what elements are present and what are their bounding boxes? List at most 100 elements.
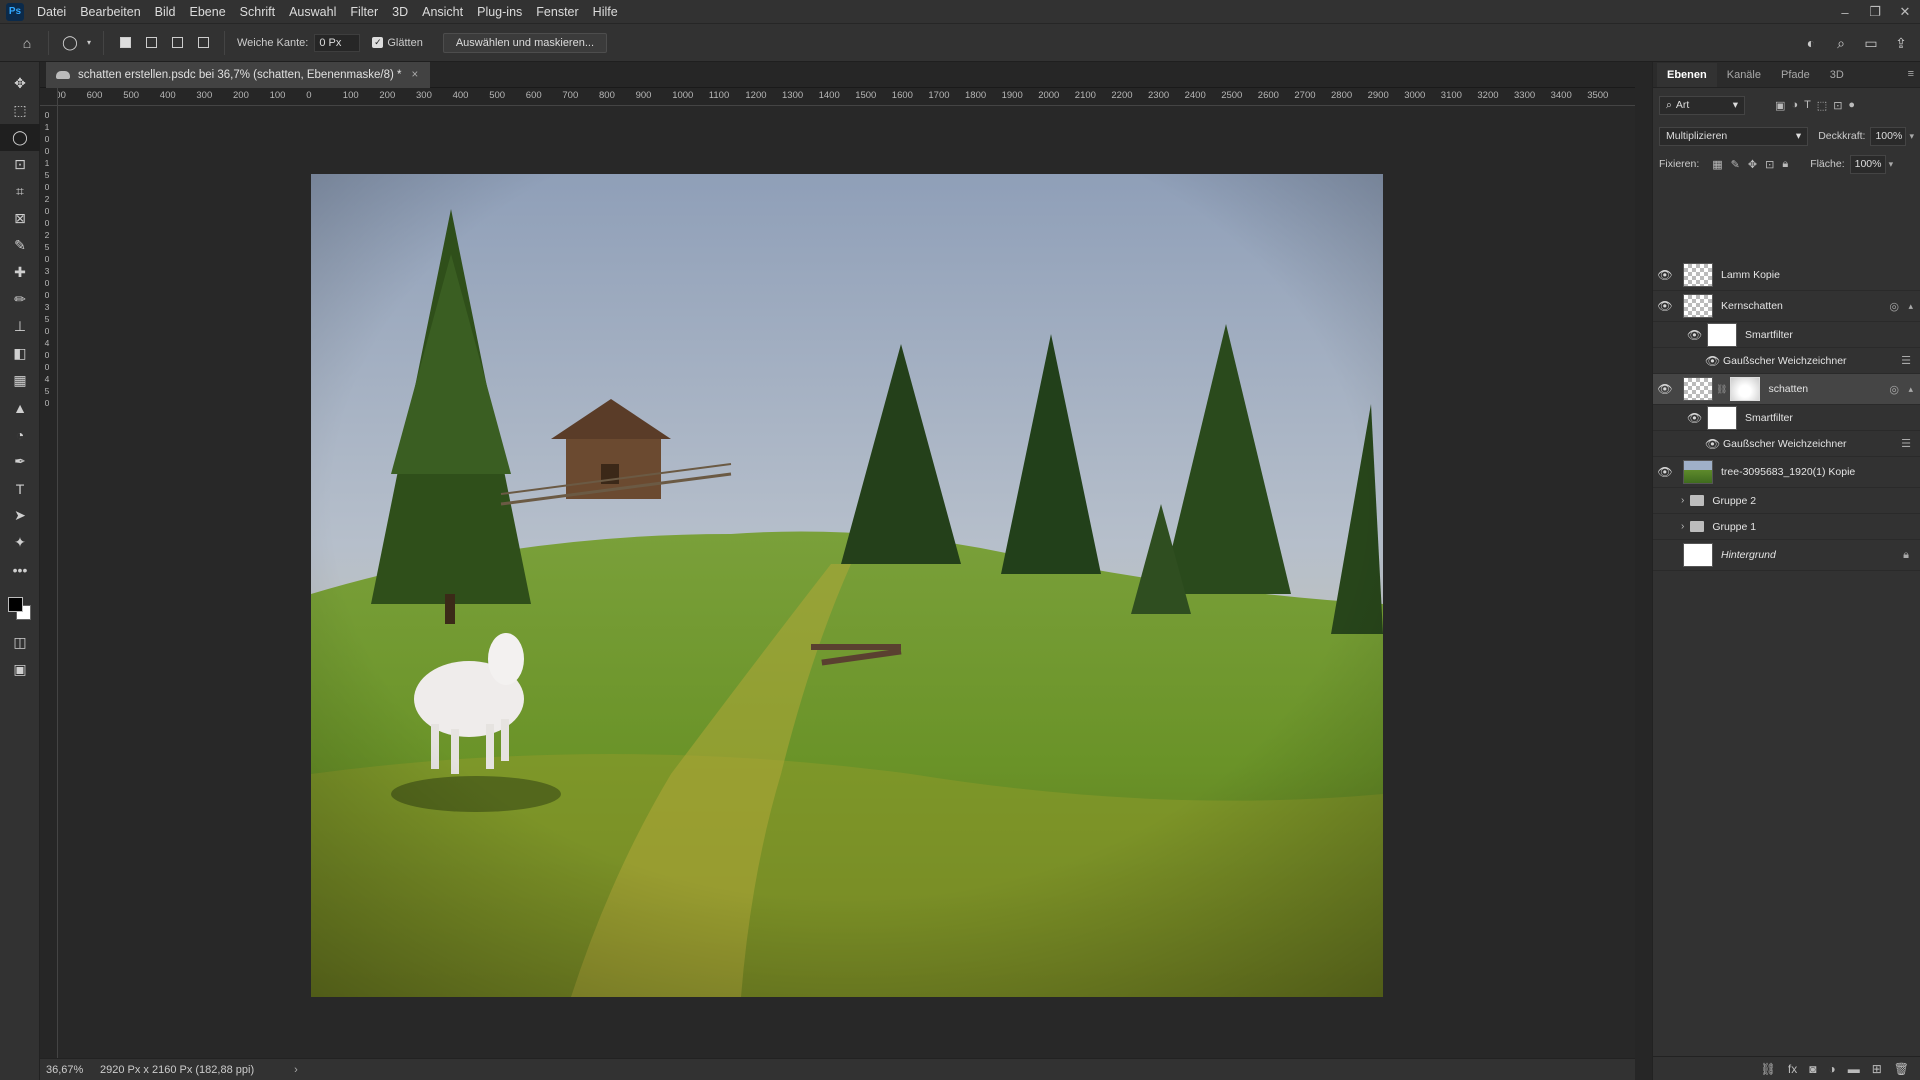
select-and-mask-button[interactable]: Auswählen und maskieren... (442, 32, 607, 53)
lock-icon[interactable]: 🔒︎ (1903, 549, 1909, 562)
layer-tree-kopie[interactable]: 👁︎ tree-3095683_1920(1) Kopie (1653, 457, 1920, 488)
link-layers-icon[interactable]: ⛓︎ (1761, 1062, 1776, 1076)
blend-mode-select[interactable]: Multiplizieren ▾ (1659, 126, 1809, 146)
lasso-tool-preset-icon[interactable]: ◯ (57, 30, 83, 56)
menu-auswahl[interactable]: Auswahl (282, 0, 343, 24)
menu-ebene[interactable]: Ebene (183, 0, 233, 24)
layer-filter-select[interactable]: ⌕ Art ▾ (1659, 95, 1745, 115)
visibility-eye-icon[interactable]: 👁︎ (1687, 328, 1702, 342)
visibility-eye-icon[interactable]: · (1653, 520, 1677, 534)
minimize-icon[interactable]: – (1830, 0, 1860, 24)
type-tool-icon[interactable]: T (0, 475, 40, 502)
layer-lamm-kopie[interactable]: 👁︎ Lamm Kopie (1653, 260, 1920, 291)
shape-filter-icon[interactable]: ⬚ (1817, 99, 1827, 112)
layer-gaussian-blur-2[interactable]: 👁︎ Gaußscher Weichzeichner ☰ (1653, 431, 1920, 457)
quick-mask-icon[interactable]: ◫ (0, 629, 40, 656)
lock-transparency-icon[interactable]: ▦ (1712, 158, 1722, 171)
tab-ebenen[interactable]: Ebenen (1657, 63, 1717, 87)
visibility-eye-icon[interactable]: 👁︎ (1653, 268, 1677, 282)
dodge-tool-icon[interactable]: ◔ (0, 421, 40, 448)
visibility-eye-icon[interactable]: 👁︎ (1653, 465, 1677, 479)
menu-3d[interactable]: 3D (385, 0, 415, 24)
smartobject-filter-icon[interactable]: ⊡ (1833, 99, 1842, 112)
visibility-eye-icon[interactable]: 👁︎ (1687, 411, 1702, 425)
menu-schrift[interactable]: Schrift (233, 0, 282, 24)
expand-arrow-icon[interactable]: › (1681, 495, 1684, 506)
home-icon[interactable]: ⌂ (14, 30, 40, 56)
subtract-selection-icon[interactable] (167, 33, 187, 53)
menu-filter[interactable]: Filter (343, 0, 385, 24)
stamp-tool-icon[interactable]: ⊥ (0, 313, 40, 340)
menu-ansicht[interactable]: Ansicht (415, 0, 470, 24)
expand-arrow-icon[interactable]: › (1681, 521, 1684, 532)
layer-smartfilter-2[interactable]: 👁︎ Smartfilter (1653, 405, 1920, 431)
add-mask-icon[interactable]: ◙ (1809, 1062, 1816, 1076)
lock-pixels-icon[interactable]: ✎ (1731, 158, 1740, 171)
visibility-eye-icon[interactable]: 👁︎ (1653, 299, 1677, 313)
layer-smartfilter-1[interactable]: 👁︎ Smartfilter (1653, 322, 1920, 348)
vertical-ruler[interactable]: 0 1 0 0 1 5 0 2 0 0 2 5 0 3 0 0 3 5 0 4 0 0 4 5 0 (40, 106, 58, 1058)
layer-gruppe-2[interactable]: · › Gruppe 2 (1653, 488, 1920, 514)
close-tab-icon[interactable]: × (411, 69, 418, 81)
tab-3d[interactable]: 3D (1820, 63, 1854, 87)
lock-artboard-icon[interactable]: ⊡ (1765, 158, 1774, 171)
collapse-arrow-icon[interactable]: ▴ (1908, 384, 1913, 395)
chevron-down-icon[interactable]: ▾ (1909, 131, 1914, 142)
document-tab[interactable]: schatten erstellen.psdc bei 36,7% (schat… (46, 62, 431, 88)
document-image[interactable] (311, 174, 1383, 997)
antialias-checkbox[interactable]: ✓ Glätten (372, 37, 423, 49)
share-user-icon[interactable]: ◐ (1798, 30, 1824, 56)
collapse-arrow-icon[interactable]: ▴ (1908, 301, 1913, 312)
tab-pfade[interactable]: Pfade (1771, 63, 1820, 87)
lock-position-icon[interactable]: ✥ (1748, 158, 1757, 171)
menu-datei[interactable]: Datei (30, 0, 73, 24)
chevron-down-icon[interactable]: ▾ (1889, 159, 1894, 170)
adjustment-filter-icon[interactable]: ◑ (1791, 99, 1798, 112)
ruler-corner[interactable] (40, 88, 58, 106)
restore-icon[interactable]: ❐ (1860, 0, 1890, 24)
pen-tool-icon[interactable]: ✒ (0, 448, 40, 475)
visibility-eye-icon[interactable]: · (1653, 548, 1677, 562)
layer-gaussian-blur-1[interactable]: 👁︎ Gaußscher Weichzeichner ☰ (1653, 348, 1920, 374)
object-select-tool-icon[interactable]: ⊡ (0, 151, 40, 178)
status-arrow-icon[interactable]: › (294, 1064, 298, 1076)
zoom-level[interactable]: 36,67% (40, 1064, 84, 1076)
eraser-tool-icon[interactable]: ◧ (0, 340, 40, 367)
share-icon[interactable]: ⇪ (1888, 30, 1914, 56)
new-group-icon[interactable]: ▬ (1848, 1062, 1860, 1076)
menu-fenster[interactable]: Fenster (529, 0, 585, 24)
delete-layer-icon[interactable]: 🗑︎ (1894, 1062, 1909, 1076)
layer-kernschatten[interactable]: 👁︎ Kernschatten ◎ ▴ (1653, 291, 1920, 322)
more-tools-icon[interactable]: ••• (0, 556, 40, 583)
tab-kanaele[interactable]: Kanäle (1717, 63, 1771, 87)
layer-hintergrund[interactable]: · Hintergrund 🔒︎ (1653, 540, 1920, 571)
menu-hilfe[interactable]: Hilfe (586, 0, 625, 24)
crop-tool-icon[interactable]: ⌗ (0, 178, 40, 205)
blur-tool-icon[interactable]: ▲ (0, 394, 40, 421)
fx-icon[interactable]: fx (1788, 1062, 1797, 1076)
feather-input[interactable] (314, 33, 361, 52)
link-icon[interactable]: ⛓︎ (1716, 384, 1727, 395)
menu-bearbeiten[interactable]: Bearbeiten (73, 0, 147, 24)
canvas-area[interactable] (58, 106, 1635, 1058)
visibility-eye-icon[interactable]: 👁︎ (1653, 382, 1677, 396)
screen-mode-icon[interactable]: ▣ (0, 656, 40, 683)
type-filter-icon[interactable]: T (1804, 99, 1811, 112)
new-selection-icon[interactable] (115, 33, 135, 53)
chevron-down-icon[interactable]: ▾ (83, 30, 95, 56)
foreground-color-swatch[interactable] (8, 597, 23, 612)
visibility-eye-icon[interactable]: 👁︎ (1705, 354, 1720, 368)
pixel-filter-icon[interactable]: ▣ (1775, 99, 1785, 112)
intersect-selection-icon[interactable] (193, 33, 213, 53)
move-tool-icon[interactable]: ✥ (0, 70, 40, 97)
photoshop-logo-icon[interactable]: Ps (6, 2, 24, 21)
opacity-input[interactable]: 100% (1870, 126, 1907, 146)
gradient-tool-icon[interactable]: ▦ (0, 367, 40, 394)
workspace-icon[interactable]: ▭ (1858, 30, 1884, 56)
adjustment-layer-icon[interactable]: ◑ (1828, 1062, 1835, 1076)
filter-options-icon[interactable]: ☰ (1901, 354, 1911, 367)
menu-bild[interactable]: Bild (148, 0, 183, 24)
filter-toggle-icon[interactable]: ● (1848, 99, 1855, 112)
panel-menu-icon[interactable]: ≡ (1908, 68, 1914, 80)
path-select-tool-icon[interactable]: ➤ (0, 502, 40, 529)
